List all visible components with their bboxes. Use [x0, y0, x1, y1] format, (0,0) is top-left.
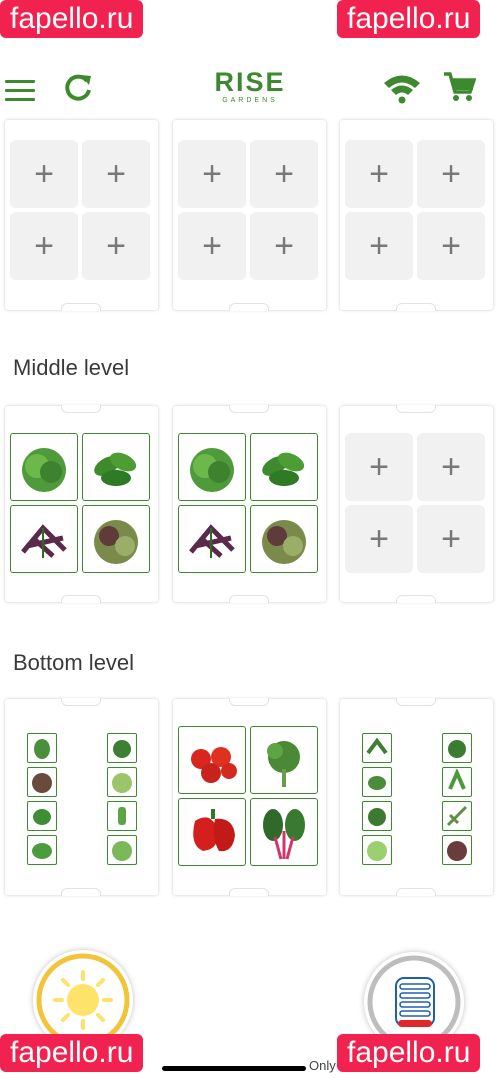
bottom-pod-3[interactable] — [340, 698, 493, 896]
add-plant-slot[interactable]: + — [10, 140, 78, 208]
microgreen-pod[interactable] — [107, 835, 137, 865]
herb-pod[interactable] — [442, 733, 472, 763]
plant-spinach-image[interactable] — [82, 433, 150, 501]
herb-pod[interactable] — [442, 767, 472, 797]
herb-pod[interactable] — [362, 767, 392, 797]
herb-pod[interactable] — [362, 835, 392, 865]
add-plant-slot[interactable]: + — [250, 212, 318, 280]
microgreen-pod[interactable] — [27, 767, 57, 797]
plant-red-mustard-image[interactable] — [178, 505, 246, 573]
refresh-icon[interactable] — [62, 72, 94, 104]
add-plant-slot[interactable]: + — [345, 212, 413, 280]
middle-pod-1[interactable] — [5, 405, 158, 603]
microgreen-pod[interactable] — [107, 767, 137, 797]
plant-chard-image[interactable] — [250, 798, 318, 866]
plant-red-leaf-lettuce-image[interactable] — [82, 505, 150, 573]
watermark-top-left: fapello.ru — [0, 0, 144, 38]
watermark-top-right: fapello.ru — [337, 0, 481, 38]
add-plant-slot[interactable]: + — [250, 140, 318, 208]
bottom-level-label: Bottom level — [13, 650, 135, 675]
herb-pod[interactable] — [362, 733, 392, 763]
plant-spinach-image[interactable] — [250, 433, 318, 501]
plant-red-leaf-lettuce-image[interactable] — [250, 505, 318, 573]
middle-level-label: Middle level — [13, 355, 130, 380]
home-indicator — [162, 1066, 306, 1071]
hamburger-menu-icon[interactable] — [5, 80, 35, 102]
middle-pod-2[interactable] — [173, 405, 326, 603]
herb-pod[interactable] — [442, 801, 472, 831]
plant-kale-image[interactable] — [250, 726, 318, 794]
add-plant-slot[interactable]: + — [417, 433, 485, 501]
add-plant-slot[interactable]: + — [345, 433, 413, 501]
add-plant-slot[interactable]: + — [178, 140, 246, 208]
middle-pod-3: + + + + — [340, 405, 493, 603]
add-plant-slot[interactable]: + — [82, 140, 150, 208]
plant-pepper-image[interactable] — [178, 798, 246, 866]
watermark-bottom-left: fapello.ru — [0, 1034, 144, 1072]
herb-pod[interactable] — [362, 801, 392, 831]
microgreen-pod[interactable] — [107, 801, 137, 831]
herb-pod[interactable] — [442, 835, 472, 865]
bottom-pod-2[interactable] — [173, 698, 326, 896]
microgreen-pod[interactable] — [27, 733, 57, 763]
plant-lettuce-image[interactable] — [178, 433, 246, 501]
plant-lettuce-image[interactable] — [10, 433, 78, 501]
add-plant-slot[interactable]: + — [417, 212, 485, 280]
app-header: RISE GARDENS — [0, 58, 499, 120]
footer-text: Only — [309, 1058, 336, 1073]
add-plant-slot[interactable]: + — [417, 140, 485, 208]
microgreen-pod[interactable] — [27, 835, 57, 865]
add-plant-slot[interactable]: + — [82, 212, 150, 280]
add-plant-slot[interactable]: + — [345, 140, 413, 208]
add-plant-slot[interactable]: + — [345, 505, 413, 573]
microgreen-pod[interactable] — [107, 733, 137, 763]
top-pod-2: + + + + — [173, 120, 326, 311]
add-plant-slot[interactable]: + — [10, 212, 78, 280]
logo-main-text: RISE — [214, 67, 286, 97]
plant-tomato-image[interactable] — [178, 726, 246, 794]
bottom-pod-1[interactable] — [5, 698, 158, 896]
microgreen-pod[interactable] — [27, 801, 57, 831]
rise-gardens-logo: RISE GARDENS — [212, 68, 288, 112]
add-plant-slot[interactable]: + — [178, 212, 246, 280]
top-pod-1: + + + + — [5, 120, 158, 311]
add-plant-slot[interactable]: + — [417, 505, 485, 573]
plant-red-mustard-image[interactable] — [10, 505, 78, 573]
top-pod-3: + + + + — [340, 120, 493, 311]
watermark-bottom-right: fapello.ru — [337, 1034, 481, 1072]
logo-sub-text: GARDENS — [222, 97, 278, 104]
shopping-cart-icon[interactable] — [442, 70, 476, 104]
wifi-icon[interactable] — [382, 72, 422, 104]
